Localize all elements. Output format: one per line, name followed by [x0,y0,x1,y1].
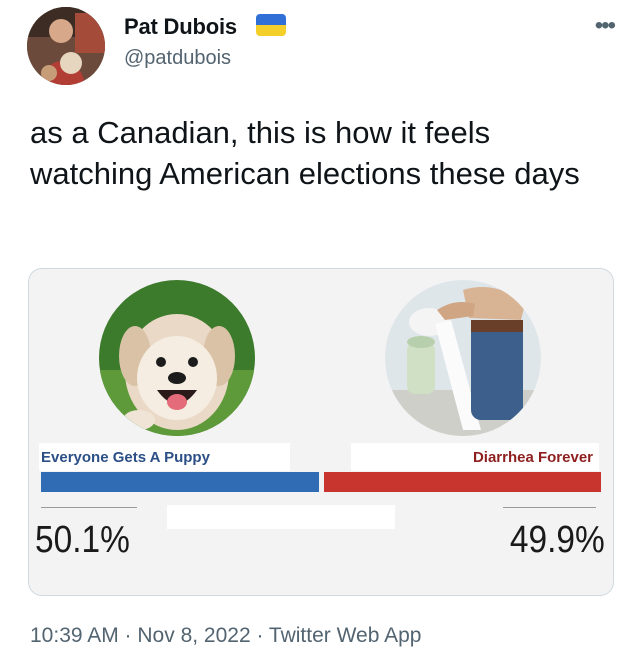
percent-left: 50.1% [35,519,130,561]
result-bar-right [324,472,601,492]
option-label-box-right: Diarrhea Forever [351,443,599,471]
option-label-box-left: Everyone Gets A Puppy [39,443,290,471]
option-label-right: Diarrhea Forever [472,449,593,466]
avatar[interactable] [27,7,105,85]
divider-right [503,507,596,508]
tweet-text: as a Canadian, this is how it feels watc… [30,115,580,191]
toilet-paper-photo [385,280,541,436]
percent-right: 49.9% [510,519,605,561]
option-label-left: Everyone Gets A Puppy [41,449,210,466]
blank-center-box [167,505,395,529]
divider-left [41,507,137,508]
tweet-header: Pat Dubois @patdubois ••• [0,0,640,100]
user-handle[interactable]: @patdubois [124,47,231,70]
ukraine-flag-icon [256,14,286,36]
display-name[interactable]: Pat Dubois [124,14,237,40]
puppy-photo [99,280,255,436]
more-options-icon[interactable]: ••• [595,12,616,40]
result-bar-left [41,472,319,492]
poll-image-card[interactable]: Everyone Gets A Puppy Diarrhea Forever 5… [28,268,614,596]
tweet-timestamp[interactable]: 10:39 AM · Nov 8, 2022 · Twitter Web App [30,624,421,648]
